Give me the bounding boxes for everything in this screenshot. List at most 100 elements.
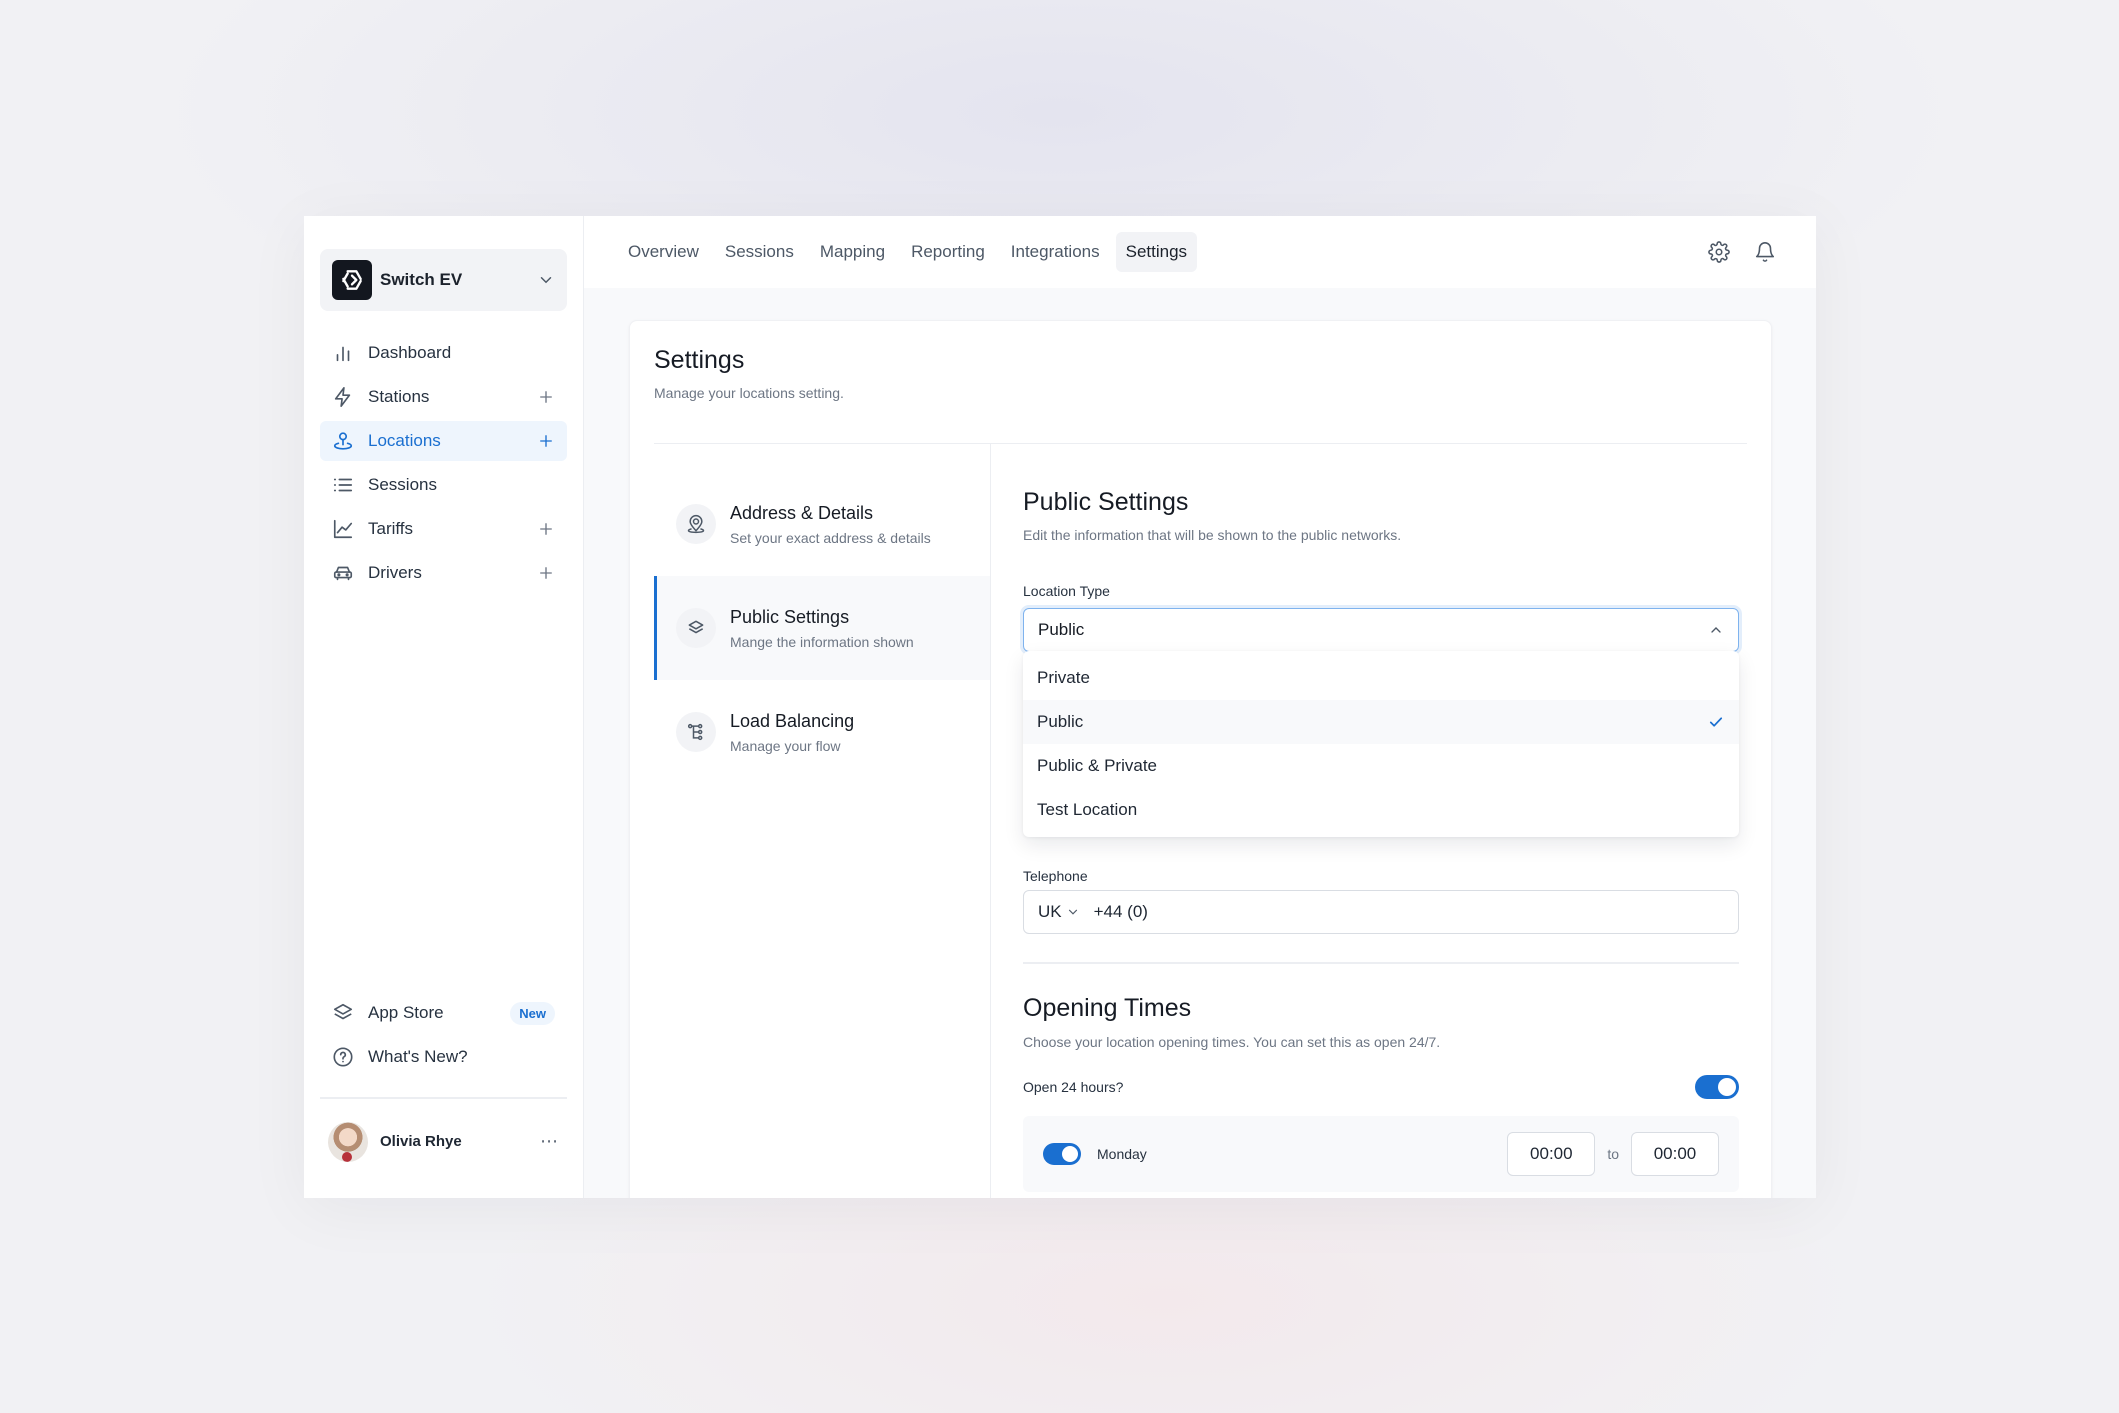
subnav-icon-wrap <box>676 608 716 648</box>
option-label: Test Location <box>1037 800 1138 819</box>
to-label: to <box>1607 1146 1619 1162</box>
telephone-field[interactable]: UK +44 (0) <box>1023 890 1739 934</box>
subnav-address-details[interactable]: Address & Details Set your exact address… <box>654 472 990 576</box>
sidebar-item-app-store[interactable]: App Store New <box>320 993 567 1033</box>
subnav-title: Load Balancing <box>730 710 855 731</box>
new-badge: New <box>510 1001 555 1025</box>
bell-icon[interactable] <box>1754 241 1776 263</box>
public-settings-panel: Public Settings Edit the information tha… <box>991 444 1771 1198</box>
section-divider <box>1023 962 1739 964</box>
option-private[interactable]: Private <box>1023 656 1739 700</box>
tab-sessions[interactable]: Sessions <box>715 232 804 272</box>
monday-toggle[interactable] <box>1043 1143 1081 1165</box>
country-code-select[interactable]: UK <box>1038 902 1080 922</box>
sidebar-item-sessions[interactable]: Sessions <box>320 465 567 505</box>
sidebar-item-drivers[interactable]: Drivers <box>320 553 567 593</box>
sidebar-item-label: Locations <box>368 431 441 450</box>
sidebar-item-label: Dashboard <box>368 343 452 362</box>
sidebar-item-label: Tariffs <box>368 519 414 538</box>
chevron-up-icon <box>1711 627 1721 633</box>
avatar <box>328 1121 368 1162</box>
plus-icon[interactable] <box>537 388 555 406</box>
more-options-icon[interactable]: ⋯ <box>540 1131 559 1152</box>
settings-card: Settings Manage your locations setting. … <box>629 320 1772 1198</box>
bar-chart-icon <box>336 346 350 362</box>
list-icon <box>333 478 353 492</box>
location-type-label: Location Type <box>1023 583 1110 599</box>
subnav-desc: Mange the information shown <box>730 633 914 650</box>
opening-times-subtitle: Choose your location opening times. You … <box>1023 1034 1441 1050</box>
subnav-public-settings[interactable]: Public Settings Mange the information sh… <box>654 576 990 680</box>
map-pin-icon <box>687 514 705 534</box>
app-window: Switch EV Dashboard Stations Locations S… <box>304 216 1816 1198</box>
workspace-name: Switch EV <box>380 270 463 289</box>
subnav-icon-wrap <box>676 712 716 752</box>
tab-integrations[interactable]: Integrations <box>1001 232 1110 272</box>
location-pin-icon <box>333 432 353 450</box>
open-24-label: Open 24 hours? <box>1023 1079 1124 1095</box>
subnav-title: Public Settings <box>730 606 850 627</box>
sidebar: Switch EV Dashboard Stations Locations S… <box>304 216 584 1198</box>
option-label: Public <box>1037 712 1084 731</box>
opening-times-title: Opening Times <box>1023 994 1192 1022</box>
settings-body: Address & Details Set your exact address… <box>630 444 1771 1198</box>
header-actions <box>1708 241 1776 263</box>
sidebar-item-locations[interactable]: Locations <box>320 421 567 461</box>
section-title: Public Settings <box>1023 488 1189 516</box>
page-subtitle: Manage your locations setting. <box>654 385 844 401</box>
line-chart-icon <box>333 519 353 539</box>
telephone-label: Telephone <box>1023 868 1088 884</box>
location-type-value: Public <box>1038 620 1085 639</box>
open-24-row: Open 24 hours? <box>1023 1072 1739 1102</box>
location-type-dropdown: Private Public Public & Private Test Loc… <box>1023 651 1739 837</box>
sidebar-item-whats-new[interactable]: What's New? <box>320 1037 567 1077</box>
plus-icon[interactable] <box>537 432 555 450</box>
workspace-switcher[interactable]: Switch EV <box>320 249 567 311</box>
tab-overview[interactable]: Overview <box>618 232 709 272</box>
tab-settings[interactable]: Settings <box>1115 232 1198 272</box>
phone-prefix: +44 (0) <box>1093 902 1148 921</box>
sidebar-item-label: What's New? <box>368 1047 468 1066</box>
sidebar-item-stations[interactable]: Stations <box>320 377 567 417</box>
car-icon <box>333 566 353 581</box>
sidebar-bottom: App Store New What's New? Olivia Rhye ⋯ <box>320 993 567 1185</box>
chevron-down-icon <box>1068 909 1077 915</box>
sidebar-item-tariffs[interactable]: Tariffs <box>320 509 567 549</box>
tab-mapping[interactable]: Mapping <box>810 232 895 272</box>
subnav-desc: Manage your flow <box>730 737 841 754</box>
user-profile[interactable]: Olivia Rhye ⋯ <box>320 1099 567 1185</box>
tab-bar: Overview Sessions Mapping Reporting Inte… <box>618 232 1708 272</box>
day-row-monday: Monday 00:00 to 00:00 <box>1023 1116 1739 1192</box>
flow-icon <box>687 723 703 741</box>
open-24-toggle[interactable] <box>1695 1075 1739 1099</box>
option-label: Public & Private <box>1037 756 1157 775</box>
subnav-load-balancing[interactable]: Load Balancing Manage your flow <box>654 680 990 784</box>
layers-icon <box>333 1003 353 1020</box>
country-code-value: UK <box>1038 902 1062 921</box>
main-area: Overview Sessions Mapping Reporting Inte… <box>584 216 1816 1198</box>
settings-header: Settings Manage your locations setting. <box>654 321 1747 444</box>
option-label: Private <box>1037 668 1090 687</box>
option-test-location[interactable]: Test Location <box>1023 788 1739 832</box>
option-public-private[interactable]: Public & Private <box>1023 744 1739 788</box>
lightning-icon <box>334 387 351 407</box>
subnav-title: Address & Details <box>730 502 874 523</box>
time-from-input[interactable]: 00:00 <box>1507 1132 1596 1176</box>
brand-logo-icon <box>332 260 372 300</box>
sidebar-item-label: Sessions <box>368 475 437 494</box>
location-type-select[interactable]: Public <box>1023 608 1739 652</box>
plus-icon[interactable] <box>537 564 555 582</box>
user-name: Olivia Rhye <box>380 1133 462 1150</box>
sidebar-item-dashboard[interactable]: Dashboard <box>320 333 567 373</box>
sidebar-nav: Dashboard Stations Locations Sessions Ta… <box>320 333 567 593</box>
chevron-down-icon <box>540 277 552 284</box>
subnav-icon-wrap <box>676 504 716 544</box>
top-navigation: Overview Sessions Mapping Reporting Inte… <box>584 216 1816 288</box>
time-to-input[interactable]: 00:00 <box>1631 1132 1719 1176</box>
plus-icon[interactable] <box>537 520 555 538</box>
option-public[interactable]: Public <box>1023 700 1739 744</box>
sidebar-item-label: Drivers <box>368 563 422 582</box>
page-title: Settings <box>654 346 745 374</box>
gear-icon[interactable] <box>1708 241 1730 263</box>
tab-reporting[interactable]: Reporting <box>901 232 995 272</box>
